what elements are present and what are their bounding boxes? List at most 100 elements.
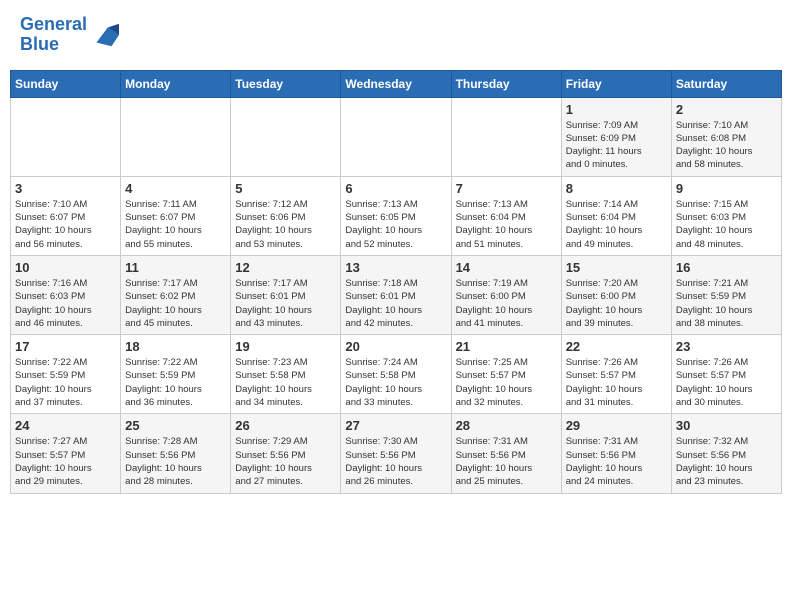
calendar-cell: 28Sunrise: 7:31 AMSunset: 5:56 PMDayligh… [451,414,561,493]
day-info: Sunrise: 7:20 AMSunset: 6:00 PMDaylight:… [566,277,667,330]
day-number: 15 [566,260,667,275]
day-number: 19 [235,339,336,354]
day-number: 13 [345,260,446,275]
calendar-cell: 19 Sunrise: 7:23 AMSunset: 5:58 PMDayligh… [231,335,341,414]
weekday-header-thursday: Thursday [451,70,561,97]
day-info: Sunrise: 7:13 AMSunset: 6:05 PMDaylight:… [345,198,446,251]
calendar-cell: 5Sunrise: 7:12 AMSunset: 6:06 PMDaylight… [231,176,341,255]
day-info: Sunrise: 7:30 AMSunset: 5:56 PMDaylight:… [345,435,446,488]
day-number: 26 [235,418,336,433]
calendar-cell: 23 Sunrise: 7:26 AMSunset: 5:57 PMDayligh… [671,335,781,414]
day-info: Sunrise: 7:21 AMSunset: 5:59 PMDaylight:… [676,277,777,330]
day-info: Sunrise: 7:26 AMSunset: 5:57 PMDaylight:… [676,356,777,409]
calendar-cell: 13 Sunrise: 7:18 AMSunset: 6:01 PMDayligh… [341,255,451,334]
week-row-2: 3Sunrise: 7:10 AMSunset: 6:07 PMDaylight… [11,176,782,255]
week-row-3: 10Sunrise: 7:16 AMSunset: 6:03 PMDayligh… [11,255,782,334]
day-info: Sunrise: 7:23 AMSunset: 5:58 PMDaylight:… [235,356,336,409]
day-number: 28 [456,418,557,433]
day-number: 25 [125,418,226,433]
day-number: 6 [345,181,446,196]
calendar-cell: 6 Sunrise: 7:13 AMSunset: 6:05 PMDaylight… [341,176,451,255]
day-number: 11 [125,260,226,275]
calendar-cell [341,97,451,176]
day-info: Sunrise: 7:12 AMSunset: 6:06 PMDaylight:… [235,198,336,251]
calendar-cell: 1 Sunrise: 7:09 AMSunset: 6:09 PMDaylight… [561,97,671,176]
calendar-table: SundayMondayTuesdayWednesdayThursdayFrid… [10,70,782,494]
day-number: 17 [15,339,116,354]
day-number: 30 [676,418,777,433]
calendar-cell: 16 Sunrise: 7:21 AMSunset: 5:59 PMDayligh… [671,255,781,334]
day-info: Sunrise: 7:10 AMSunset: 6:08 PMDaylight:… [676,119,777,172]
day-info: Sunrise: 7:18 AMSunset: 6:01 PMDaylight:… [345,277,446,330]
weekday-header-monday: Monday [121,70,231,97]
logo-icon [89,20,119,50]
day-number: 1 [566,102,667,117]
day-number: 3 [15,181,116,196]
calendar-cell: 22Sunrise: 7:26 AMSunset: 5:57 PMDayligh… [561,335,671,414]
calendar-cell: 30 Sunrise: 7:32 AMSunset: 5:56 PMDayligh… [671,414,781,493]
calendar-cell: 12Sunrise: 7:17 AMSunset: 6:01 PMDayligh… [231,255,341,334]
logo: GeneralBlue [20,15,121,55]
day-info: Sunrise: 7:19 AMSunset: 6:00 PMDaylight:… [456,277,557,330]
week-row-4: 17 Sunrise: 7:22 AMSunset: 5:59 PMDayligh… [11,335,782,414]
calendar-cell: 8 Sunrise: 7:14 AMSunset: 6:04 PMDaylight… [561,176,671,255]
calendar-cell: 26 Sunrise: 7:29 AMSunset: 5:56 PMDayligh… [231,414,341,493]
day-info: Sunrise: 7:15 AMSunset: 6:03 PMDaylight:… [676,198,777,251]
day-number: 20 [345,339,446,354]
day-info: Sunrise: 7:29 AMSunset: 5:56 PMDaylight:… [235,435,336,488]
weekday-header-sunday: Sunday [11,70,121,97]
calendar-cell: 9 Sunrise: 7:15 AMSunset: 6:03 PMDaylight… [671,176,781,255]
day-number: 7 [456,181,557,196]
logo-text: GeneralBlue [20,15,87,55]
week-row-5: 24 Sunrise: 7:27 AMSunset: 5:57 PMDayligh… [11,414,782,493]
day-info: Sunrise: 7:22 AMSunset: 5:59 PMDaylight:… [15,356,116,409]
calendar-cell: 10Sunrise: 7:16 AMSunset: 6:03 PMDayligh… [11,255,121,334]
day-info: Sunrise: 7:31 AMSunset: 5:56 PMDaylight:… [566,435,667,488]
calendar-header-row: SundayMondayTuesdayWednesdayThursdayFrid… [11,70,782,97]
day-number: 8 [566,181,667,196]
day-number: 24 [15,418,116,433]
day-info: Sunrise: 7:17 AMSunset: 6:01 PMDaylight:… [235,277,336,330]
day-info: Sunrise: 7:32 AMSunset: 5:56 PMDaylight:… [676,435,777,488]
day-info: Sunrise: 7:27 AMSunset: 5:57 PMDaylight:… [15,435,116,488]
calendar-cell: 2 Sunrise: 7:10 AMSunset: 6:08 PMDaylight… [671,97,781,176]
day-number: 16 [676,260,777,275]
calendar-cell: 11 Sunrise: 7:17 AMSunset: 6:02 PMDayligh… [121,255,231,334]
week-row-1: 1 Sunrise: 7:09 AMSunset: 6:09 PMDaylight… [11,97,782,176]
weekday-header-wednesday: Wednesday [341,70,451,97]
calendar-cell: 29 Sunrise: 7:31 AMSunset: 5:56 PMDayligh… [561,414,671,493]
day-number: 29 [566,418,667,433]
day-number: 14 [456,260,557,275]
calendar-cell [451,97,561,176]
calendar-cell: 18Sunrise: 7:22 AMSunset: 5:59 PMDayligh… [121,335,231,414]
calendar-cell: 25 Sunrise: 7:28 AMSunset: 5:56 PMDayligh… [121,414,231,493]
calendar-cell: 24 Sunrise: 7:27 AMSunset: 5:57 PMDayligh… [11,414,121,493]
calendar-cell: 15 Sunrise: 7:20 AMSunset: 6:00 PMDayligh… [561,255,671,334]
day-info: Sunrise: 7:09 AMSunset: 6:09 PMDaylight:… [566,119,667,172]
calendar-cell [11,97,121,176]
calendar-cell: 3Sunrise: 7:10 AMSunset: 6:07 PMDaylight… [11,176,121,255]
day-info: Sunrise: 7:26 AMSunset: 5:57 PMDaylight:… [566,356,667,409]
weekday-header-friday: Friday [561,70,671,97]
day-info: Sunrise: 7:24 AMSunset: 5:58 PMDaylight:… [345,356,446,409]
page-header: GeneralBlue [10,10,782,60]
day-info: Sunrise: 7:11 AMSunset: 6:07 PMDaylight:… [125,198,226,251]
day-info: Sunrise: 7:25 AMSunset: 5:57 PMDaylight:… [456,356,557,409]
day-number: 2 [676,102,777,117]
weekday-header-tuesday: Tuesday [231,70,341,97]
calendar-cell [231,97,341,176]
day-number: 27 [345,418,446,433]
day-info: Sunrise: 7:14 AMSunset: 6:04 PMDaylight:… [566,198,667,251]
day-number: 4 [125,181,226,196]
weekday-header-saturday: Saturday [671,70,781,97]
day-info: Sunrise: 7:28 AMSunset: 5:56 PMDaylight:… [125,435,226,488]
day-number: 23 [676,339,777,354]
day-info: Sunrise: 7:17 AMSunset: 6:02 PMDaylight:… [125,277,226,330]
calendar-cell: 4 Sunrise: 7:11 AMSunset: 6:07 PMDaylight… [121,176,231,255]
calendar-cell: 17 Sunrise: 7:22 AMSunset: 5:59 PMDayligh… [11,335,121,414]
day-number: 9 [676,181,777,196]
calendar-cell: 20 Sunrise: 7:24 AMSunset: 5:58 PMDayligh… [341,335,451,414]
calendar-cell [121,97,231,176]
calendar-cell: 21Sunrise: 7:25 AMSunset: 5:57 PMDayligh… [451,335,561,414]
calendar-cell: 7Sunrise: 7:13 AMSunset: 6:04 PMDaylight… [451,176,561,255]
